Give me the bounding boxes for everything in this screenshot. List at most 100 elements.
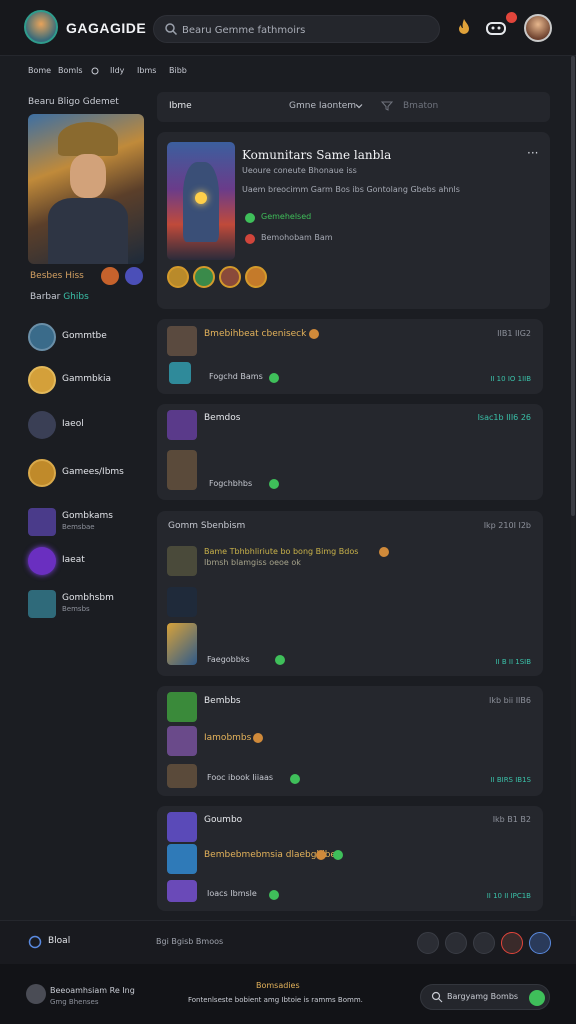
post-image[interactable] [167, 764, 197, 788]
post-author[interactable]: Gomm Sbenbism [168, 521, 245, 531]
hero-badge-fire-icon[interactable] [101, 267, 119, 285]
post-avatar[interactable] [167, 692, 197, 722]
post-text-2: Ibmsh blamgiss oeoe ok [204, 558, 301, 567]
check-icon [269, 479, 279, 489]
search-input[interactable] [182, 20, 432, 40]
app-title[interactable]: GAGAGIDE [66, 20, 146, 36]
hero-sub-accent: Ghibs [63, 292, 89, 302]
post-sub-text: Fooc ibook Iiiaas [207, 773, 274, 782]
post-avatar[interactable] [167, 410, 197, 440]
tab-bomls[interactable]: Bomls [58, 66, 83, 75]
tab-ildy[interactable]: Ildy [110, 66, 124, 75]
post-time: IIB1 IIG2 [497, 329, 531, 338]
sort-dropdown[interactable]: Gmne Iaontem [289, 101, 356, 111]
post-card[interactable]: Goumbo Ikb B1 B2 Bembebmebmsia dlaebgbib… [157, 806, 543, 911]
post-avatar-2[interactable] [167, 726, 197, 756]
sidebar-item-0[interactable]: Gommtbe [28, 323, 148, 353]
tab-bibb[interactable]: Bibb [169, 66, 187, 75]
flame-icon[interactable] [452, 16, 476, 40]
footer-search-text: Bargyamg Bombs [447, 992, 519, 1001]
featured-title: Komunitars Same lanbla [242, 148, 392, 162]
image-icon[interactable] [417, 932, 439, 954]
sidebar-avatar [28, 459, 56, 487]
sidebar-avatar-magic-icon [28, 547, 56, 575]
check-icon [269, 373, 279, 383]
post-card[interactable]: Bembbs Ikb bii IIB6 Iamobmbs Fooc ibook … [157, 686, 543, 796]
post-card[interactable]: Bmebihbeat cbeniseck IIB1 IIG2 Fogchd Ba… [157, 319, 543, 394]
scrollbar-thumb[interactable] [571, 56, 575, 516]
sidebar-item-2[interactable]: Iaeol [28, 411, 148, 441]
sidebar-item-4[interactable]: Gombkams Bemsbae [28, 508, 148, 538]
sidebar-item-label: Gommtbe [62, 331, 107, 341]
featured-thumbnail [167, 142, 235, 260]
post-author[interactable]: Bembbs [204, 696, 241, 706]
footer-center-title: Bomsadies [256, 981, 300, 990]
stat-text: Bemohobam Bam [261, 233, 333, 242]
post-image-crystal[interactable] [167, 587, 197, 617]
bottom-bar-label[interactable]: Bloal [48, 936, 70, 946]
settings-icon[interactable] [529, 932, 551, 954]
footer-left-line-2: Gmg Bhenses [50, 998, 99, 1006]
post-card[interactable]: Gomm Sbenbism Ikp 210I I2b Bame Tbhbhlir… [157, 511, 543, 676]
tab-ibms[interactable]: Ibms [137, 66, 156, 75]
hero-badge-shield-icon[interactable] [125, 267, 143, 285]
post-image[interactable] [167, 880, 197, 902]
filter-label[interactable]: Ibme [169, 101, 192, 111]
post-author[interactable]: Bemdos [204, 413, 240, 423]
add-icon[interactable] [529, 990, 545, 1006]
member-avatar[interactable] [245, 266, 267, 288]
clover-icon [333, 850, 343, 860]
clock-icon[interactable] [445, 932, 467, 954]
alert-icon[interactable] [501, 932, 523, 954]
featured-community-card[interactable]: Komunitars Same lanbla ··· Ueoure coneut… [157, 132, 550, 309]
user-avatar[interactable] [524, 14, 552, 42]
filter-button[interactable]: Bmaton [403, 101, 438, 111]
post-sub-avatar[interactable] [169, 362, 191, 384]
hero-subtitle: Barbar Ghibs [30, 292, 89, 302]
sidebar-item-label: Gombhsbm [62, 593, 114, 603]
more-options-icon[interactable]: ··· [527, 146, 538, 160]
search-icon [165, 23, 178, 36]
post-image[interactable] [167, 623, 197, 665]
search-bar[interactable] [153, 15, 440, 43]
online-icon [245, 213, 255, 223]
logo-avatar-icon[interactable] [24, 10, 58, 44]
filter-icon[interactable] [381, 100, 393, 112]
hero-name: Besbes Hiss [30, 271, 84, 281]
footer-search-button[interactable]: Bargyamg Bombs [420, 984, 550, 1010]
post-card[interactable]: Bemdos Isac1b III6 26 Fogchbhbs [157, 404, 543, 500]
refresh-icon[interactable] [91, 67, 99, 75]
post-avatar[interactable] [167, 546, 197, 576]
post-sub-time: II 10 II IPC1B [486, 892, 531, 900]
post-sub-time: II 10 IO 1IIB [490, 375, 531, 383]
member-avatar[interactable] [193, 266, 215, 288]
sidebar-avatar [28, 508, 56, 536]
hero-card-image[interactable] [28, 114, 144, 264]
sidebar-item-1[interactable]: Gammbkia [28, 366, 148, 396]
sidebar-item-3[interactable]: Gamees/Ibms [28, 459, 148, 489]
sidebar-heading: Bearu Bligo Gdemet [28, 97, 119, 107]
post-sub-text: Ioacs Ibmsle [207, 889, 257, 898]
post-author[interactable]: Bmebihbeat cbeniseck [204, 329, 306, 339]
footer-avatar[interactable] [26, 984, 46, 1004]
post-sub-text: Faegobbks [207, 655, 250, 664]
post-avatar[interactable] [167, 812, 197, 842]
heart-icon [245, 234, 255, 244]
sidebar-item-5[interactable]: Iaeat [28, 547, 148, 577]
sidebar-item-sublabel: Bemsbae [62, 523, 95, 531]
sidebar-item-6[interactable]: Gombhsbm Bemsbs [28, 590, 148, 620]
post-avatar[interactable] [167, 326, 197, 356]
chevron-down-icon[interactable] [355, 102, 363, 110]
footer-left-line-1: Beeoamhsiam Re Ing [50, 986, 135, 995]
post-author[interactable]: Goumbo [204, 815, 242, 825]
gift-icon[interactable] [473, 932, 495, 954]
post-image[interactable] [167, 450, 197, 490]
post-avatar-2[interactable] [167, 844, 197, 874]
top-bar: GAGAGIDE [0, 0, 576, 56]
notification-badge [506, 12, 517, 23]
chat-icon[interactable] [28, 935, 42, 949]
member-avatar[interactable] [219, 266, 241, 288]
member-avatar[interactable] [167, 266, 189, 288]
gamepad-icon[interactable] [484, 16, 508, 40]
tab-home[interactable]: Bome [28, 66, 51, 75]
